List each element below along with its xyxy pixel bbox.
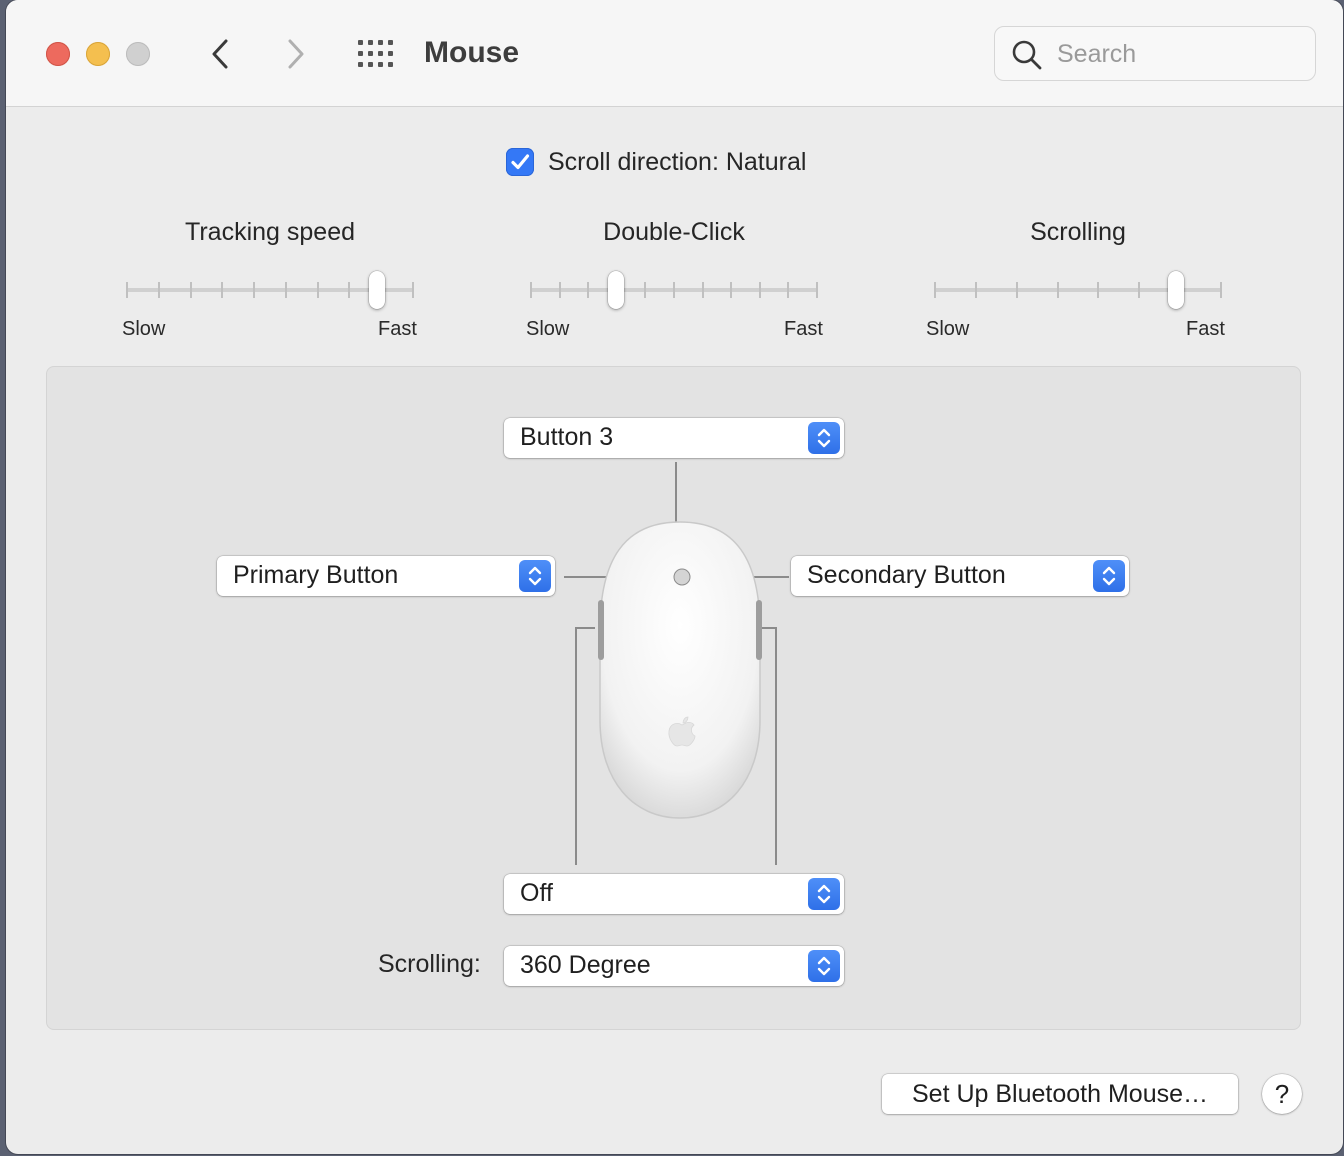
scrolling-speed-slow-label: Slow xyxy=(926,318,970,340)
slider-tick xyxy=(758,282,761,298)
search-field[interactable] xyxy=(994,26,1316,81)
mouse-preferences-window: Mouse Scroll direction: Natural Tracking… xyxy=(6,0,1343,1154)
chevron-left-icon[interactable] xyxy=(206,36,236,72)
close-window-button[interactable] xyxy=(46,42,70,66)
slider-tick xyxy=(730,282,733,298)
slider-tick xyxy=(934,282,936,298)
help-button[interactable]: ? xyxy=(1262,1074,1302,1114)
slider-tick xyxy=(644,282,647,298)
slider-tick xyxy=(530,282,532,298)
slider-tick xyxy=(787,282,790,298)
checkmark-icon xyxy=(511,154,530,170)
slider-tick xyxy=(189,282,192,298)
slider-tick xyxy=(412,282,414,298)
left-button-popup[interactable]: Primary Button xyxy=(217,556,555,596)
double-click-fast-label: Fast xyxy=(784,318,823,340)
show-all-grid-icon[interactable] xyxy=(358,40,394,68)
slider-tick xyxy=(1015,282,1018,298)
slider-tick xyxy=(316,282,319,298)
popup-chevrons-icon xyxy=(808,878,840,910)
left-button-popup-value: Primary Button xyxy=(233,561,399,589)
scroll-direction-label: Scroll direction: Natural xyxy=(548,148,807,176)
titlebar: Mouse xyxy=(6,0,1343,107)
popup-chevrons-icon xyxy=(519,560,551,592)
top-button-popup-value: Button 3 xyxy=(520,423,614,451)
slider-tick xyxy=(558,282,561,298)
slider-tick xyxy=(673,282,675,298)
tracking-speed-fast-label: Fast xyxy=(378,318,417,340)
popup-chevrons-icon xyxy=(808,950,840,982)
tracking-speed-slow-label: Slow xyxy=(122,318,166,340)
slider-tick xyxy=(284,282,287,298)
popup-chevrons-icon xyxy=(808,422,840,454)
slider-thumb[interactable] xyxy=(1167,271,1184,309)
scrolling-mode-label: Scrolling: xyxy=(378,950,481,978)
double-click-slow-label: Slow xyxy=(526,318,570,340)
zoom-window-button[interactable] xyxy=(126,42,150,66)
slider-tick xyxy=(1220,282,1222,298)
side-buttons-popup-value: Off xyxy=(520,879,553,907)
slider-tick xyxy=(587,282,590,298)
scrolling-mode-popup-value: 360 Degree xyxy=(520,951,651,979)
slider-tick xyxy=(1097,282,1100,298)
scrolling-speed-title: Scrolling xyxy=(1030,218,1126,246)
slider-tick xyxy=(221,282,224,298)
slider-tick xyxy=(974,282,977,298)
side-buttons-popup[interactable]: Off xyxy=(504,874,844,914)
slider-tick xyxy=(157,282,160,298)
double-click-title: Double-Click xyxy=(603,218,745,246)
slider-tick xyxy=(701,282,704,298)
minimize-window-button[interactable] xyxy=(86,42,110,66)
magic-mouse-illustration xyxy=(598,521,762,819)
right-button-popup[interactable]: Secondary Button xyxy=(791,556,1129,596)
slider-tick xyxy=(253,282,256,298)
tracking-speed-title: Tracking speed xyxy=(185,218,355,246)
slider-tick xyxy=(126,282,128,298)
set-up-bluetooth-mouse-button[interactable]: Set Up Bluetooth Mouse… xyxy=(882,1074,1238,1114)
search-input[interactable] xyxy=(1055,37,1309,71)
scrolling-mode-popup[interactable]: 360 Degree xyxy=(504,946,844,986)
connector-side-right xyxy=(775,627,777,865)
slider-tick xyxy=(1056,282,1059,298)
slider-thumb[interactable] xyxy=(608,271,625,309)
scrolling-speed-fast-label: Fast xyxy=(1186,318,1225,340)
slider-tick xyxy=(816,282,818,298)
scroll-direction-checkbox[interactable] xyxy=(506,148,534,176)
popup-chevrons-icon xyxy=(1093,560,1125,592)
slider-tick xyxy=(1138,282,1141,298)
chevron-right-icon[interactable] xyxy=(280,36,310,72)
top-button-popup[interactable]: Button 3 xyxy=(504,418,844,458)
connector-side-left-tick xyxy=(575,627,595,629)
slider-thumb[interactable] xyxy=(368,271,385,309)
right-button-popup-value: Secondary Button xyxy=(807,561,1006,589)
slider-tick xyxy=(348,282,351,298)
connector-side-left xyxy=(575,627,577,865)
window-title: Mouse xyxy=(424,36,520,69)
search-icon xyxy=(1012,40,1042,70)
